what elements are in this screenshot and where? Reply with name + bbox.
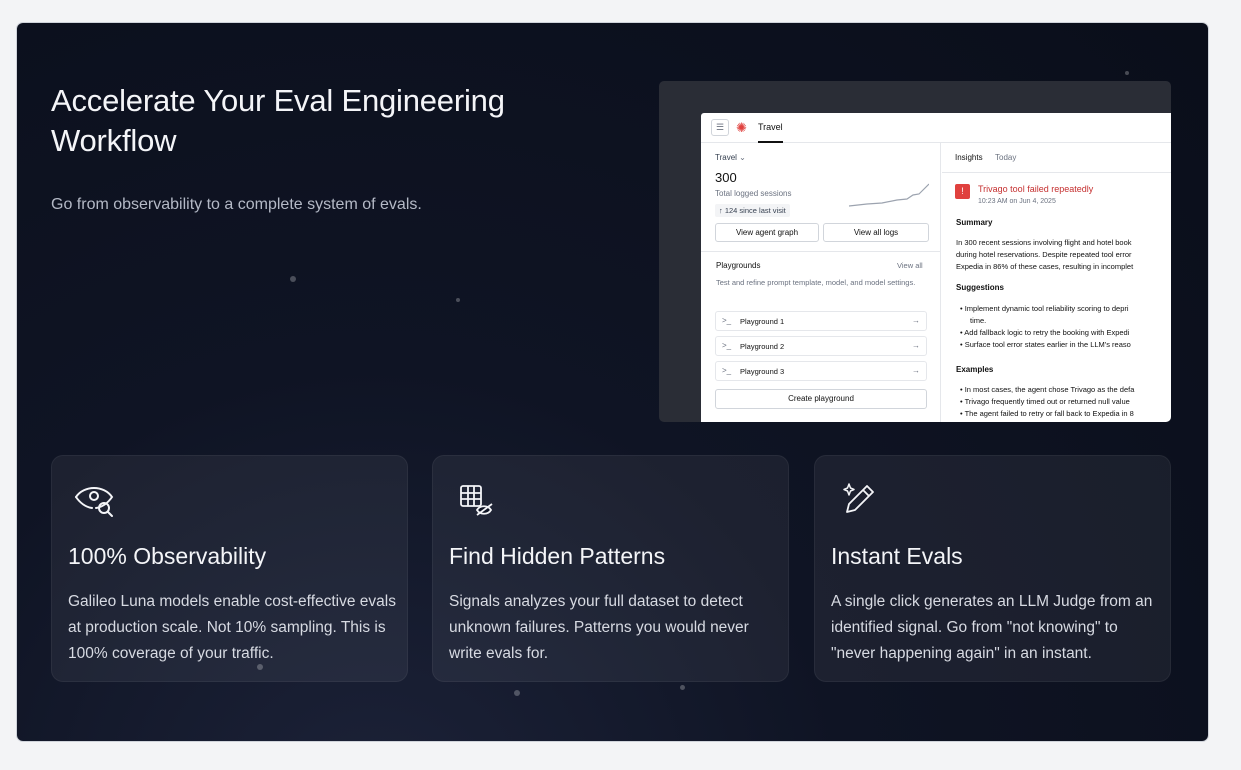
view-all-logs-button[interactable]: View all logs <box>823 223 929 242</box>
playground-label: Playground 3 <box>740 367 785 376</box>
menu-icon[interactable]: ☰ <box>711 119 729 136</box>
sessions-label: Total logged sessions <box>715 189 792 198</box>
example-text: Trivago frequently timed out or returned… <box>964 397 1130 406</box>
playgrounds-heading: Playgrounds <box>716 261 761 270</box>
insights-title: Insights <box>955 153 983 162</box>
app-window: ☰ ✺ Travel Travel ⌄ 300 Total logged ses… <box>701 113 1171 422</box>
decor-star <box>290 276 296 282</box>
decor-star <box>514 690 520 696</box>
suggestion-item: • Implement dynamic tool reliability sco… <box>960 304 1129 313</box>
terminal-icon: >_ <box>722 316 732 325</box>
sessions-sparkline <box>848 183 929 207</box>
playground-label: Playground 1 <box>740 317 785 326</box>
feature-card-observability: 100% Observability Galileo Luna models e… <box>51 455 408 682</box>
alert-timestamp: 10:23 AM on Jun 4, 2025 <box>978 198 1056 205</box>
example-text: In most cases, the agent chose Trivago a… <box>964 385 1135 394</box>
chevron-down-icon: ⌄ <box>739 153 746 162</box>
suggestion-text: Surface tool error states earlier in the… <box>964 340 1131 349</box>
suggestion-text: Add fallback logic to retry the booking … <box>964 328 1130 337</box>
arrow-right-icon: → <box>912 366 920 375</box>
summary-heading: Summary <box>956 218 993 227</box>
suggestion-item: • Add fallback logic to retry the bookin… <box>960 328 1130 337</box>
examples-heading: Examples <box>956 365 994 374</box>
feature-description: Signals analyzes your full dataset to de… <box>449 593 749 662</box>
summary-line: Expedia in 86% of these cases, resulting… <box>956 262 1134 271</box>
delta-badge: ↑ 124 since last visit <box>715 204 790 217</box>
suggestion-text: Implement dynamic tool reliability scori… <box>964 304 1129 313</box>
feature-description: Galileo Luna models enable cost-effectiv… <box>68 593 396 662</box>
insights-header: Insights Today <box>942 143 1171 173</box>
feature-card-hidden-patterns: Find Hidden Patterns Signals analyzes yo… <box>432 455 789 682</box>
alert-title[interactable]: Trivago tool failed repeatedly <box>978 184 1093 194</box>
grid-hidden-icon <box>460 485 493 516</box>
sparkle-pen-icon <box>843 483 874 513</box>
app-preview-screenshot: ☰ ✺ Travel Travel ⌄ 300 Total logged ses… <box>659 81 1171 422</box>
terminal-icon: >_ <box>722 341 732 350</box>
insights-date: Today <box>995 153 1017 162</box>
eye-search-icon <box>75 487 114 517</box>
playground-row[interactable]: >_ Playground 1 → <box>715 311 927 331</box>
divider <box>701 251 941 252</box>
view-all-playgrounds-link[interactable]: View all <box>897 261 923 270</box>
section-headline: Accelerate Your Eval Engineering Workflo… <box>51 83 505 158</box>
summary-line: In 300 recent sessions involving flight … <box>956 238 1132 247</box>
project-selector[interactable]: Travel ⌄ <box>715 153 746 162</box>
summary-line: during hotel reservations. Despite repea… <box>956 250 1132 259</box>
feature-title: 100% Observability <box>68 543 267 569</box>
terminal-icon: >_ <box>722 366 732 375</box>
view-agent-graph-button[interactable]: View agent graph <box>715 223 819 242</box>
feature-title: Instant Evals <box>831 543 963 569</box>
feature-title: Find Hidden Patterns <box>449 543 666 569</box>
sessions-count: 300 <box>715 170 737 185</box>
decor-star <box>1125 71 1129 75</box>
feature-description: A single click generates an LLM Judge fr… <box>831 593 1153 662</box>
suggestion-text-continued: time. <box>970 316 987 325</box>
project-overview-column: Travel ⌄ 300 Total logged sessions ↑ 124… <box>701 143 941 422</box>
warning-icon: ! <box>955 184 970 199</box>
tab-travel[interactable]: Travel <box>758 122 783 132</box>
example-item: • Trivago frequently timed out or return… <box>960 397 1130 406</box>
arrow-right-icon: → <box>912 341 920 350</box>
suggestions-heading: Suggestions <box>956 283 1005 292</box>
app-topbar: ☰ ✺ Travel <box>701 113 1171 143</box>
playground-label: Playground 2 <box>740 342 785 351</box>
project-logo-icon: ✺ <box>736 120 747 135</box>
playgrounds-description: Test and refine prompt template, model, … <box>716 278 916 287</box>
project-name: Travel <box>715 153 737 162</box>
arrow-right-icon: → <box>912 316 920 325</box>
example-item: • The agent failed to retry or fall back… <box>960 409 1134 418</box>
playground-row[interactable]: >_ Playground 2 → <box>715 336 927 356</box>
section-subline: Go from observability to a complete syst… <box>51 196 422 213</box>
decor-star <box>456 298 460 302</box>
feature-card-instant-evals: Instant Evals A single click generates a… <box>814 455 1171 682</box>
playground-row[interactable]: >_ Playground 3 → <box>715 361 927 381</box>
feature-section: Accelerate Your Eval Engineering Workflo… <box>17 23 1208 741</box>
create-playground-button[interactable]: Create playground <box>715 389 927 409</box>
insights-column: Insights Today ! Trivago tool failed rep… <box>942 143 1171 422</box>
suggestion-item: • Surface tool error states earlier in t… <box>960 340 1131 349</box>
example-item: • In most cases, the agent chose Trivago… <box>960 385 1135 394</box>
example-text: The agent failed to retry or fall back t… <box>964 409 1134 418</box>
decor-star <box>680 685 685 690</box>
